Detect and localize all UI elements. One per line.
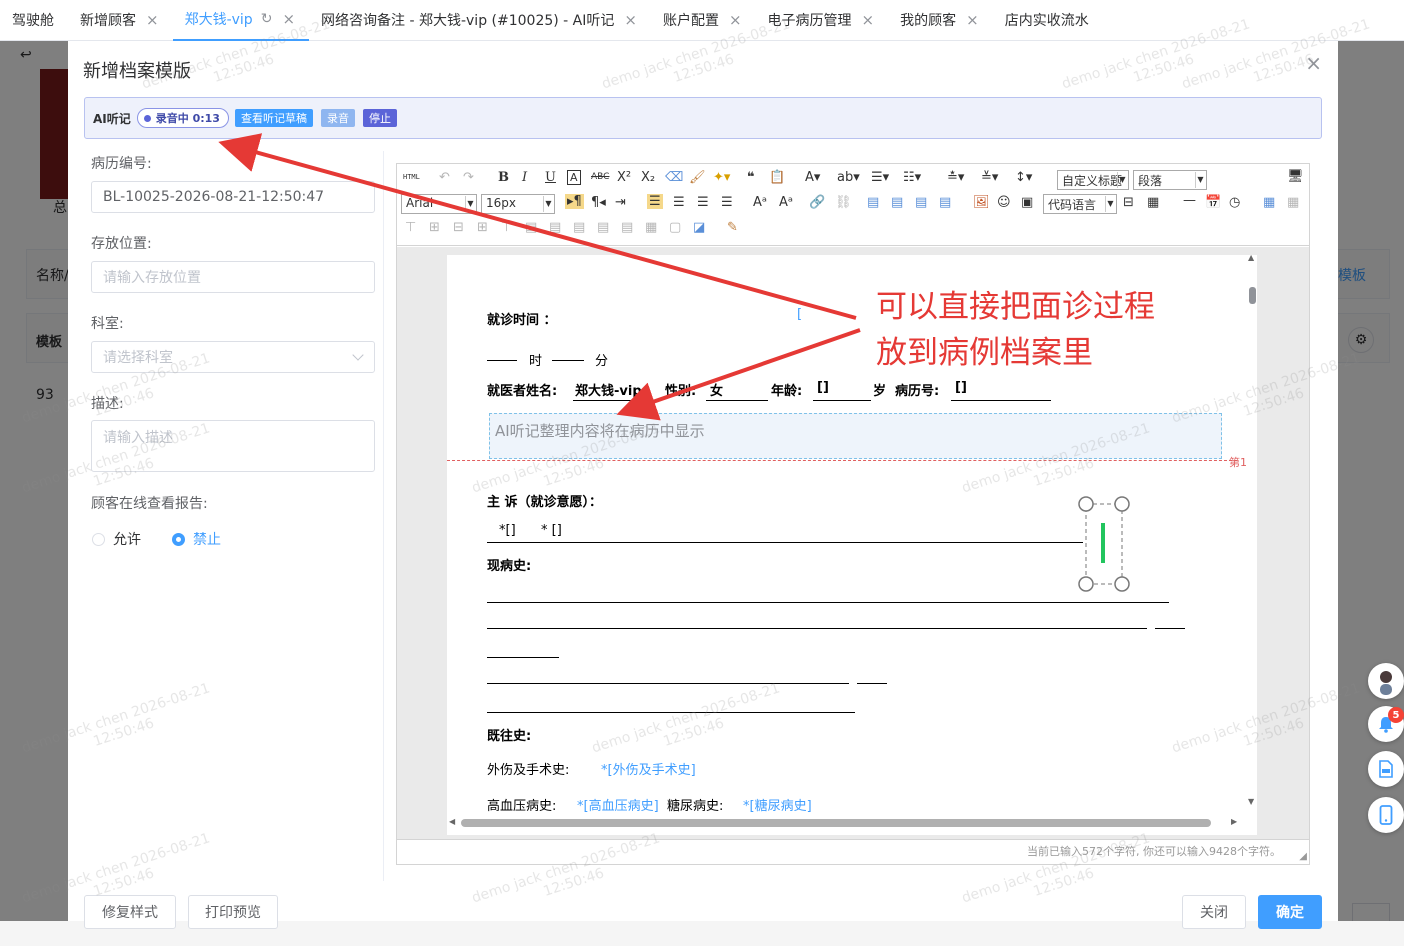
notification-count-badge: 5 [1388, 707, 1404, 723]
mobile-icon [1379, 805, 1393, 825]
document-button[interactable] [1368, 751, 1404, 787]
annotation-text: 可以直接把面诊过程 放到病例档案里 [876, 284, 1155, 376]
avatar-icon [1380, 671, 1392, 695]
annotation-line-1: 可以直接把面诊过程 [876, 289, 1155, 325]
mobile-button[interactable] [1368, 797, 1404, 833]
document-icon [1379, 760, 1393, 778]
annotation-arrow [616, 328, 861, 421]
user-avatar[interactable] [1368, 663, 1404, 699]
annotation-line-2: 放到病例档案里 [876, 335, 1093, 371]
annotation-arrows [218, 133, 861, 421]
annotation-arrow [218, 133, 857, 320]
